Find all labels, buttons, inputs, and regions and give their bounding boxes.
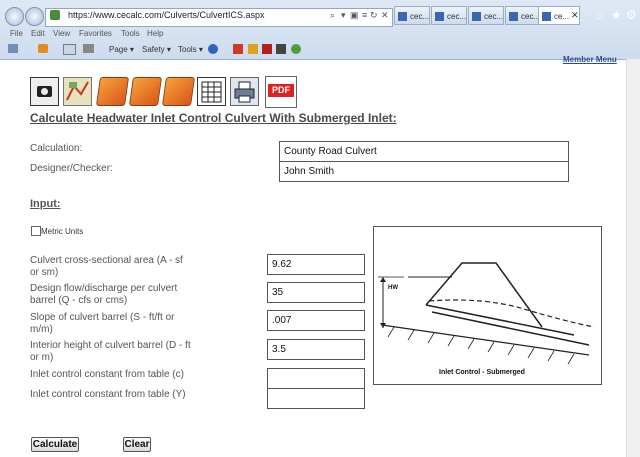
calculate-button[interactable]: Calculate	[31, 437, 79, 452]
stop-icon[interactable]: ✕	[381, 10, 389, 21]
browser-tab[interactable]: cec...	[468, 6, 504, 25]
label-line: Design flow/discharge per culvert	[30, 283, 178, 294]
designer-label: Designer/Checker:	[30, 163, 113, 174]
addon-icon[interactable]	[276, 44, 286, 54]
browser-tab[interactable]: cec...	[431, 6, 467, 25]
back-button[interactable]	[5, 7, 24, 26]
home-icon[interactable]: ⌂	[596, 8, 603, 22]
label-line: Culvert cross-sectional area (A - sf	[30, 255, 183, 266]
constant-y-input[interactable]	[267, 388, 365, 409]
tab-label: cec...	[447, 12, 467, 21]
home-command-icon[interactable]	[8, 44, 18, 53]
tab-favicon	[435, 12, 444, 21]
vertical-scrollbar[interactable]	[626, 59, 640, 457]
tab-favicon	[398, 12, 407, 21]
map-icon[interactable]	[63, 77, 92, 106]
tab-favicon	[542, 12, 551, 21]
label-line: Interior height of culvert barrel (D - f…	[30, 340, 191, 351]
book-icon[interactable]	[161, 77, 196, 106]
menu-help[interactable]: Help	[147, 29, 163, 38]
tab-favicon	[509, 12, 518, 21]
safety-menu[interactable]: Safety ▾	[142, 45, 171, 54]
search-icon[interactable]: ⌕	[330, 10, 335, 21]
certificate-icon[interactable]: ≡	[362, 10, 367, 20]
addon-icon[interactable]	[262, 44, 272, 54]
tab-label: cec...	[484, 12, 504, 21]
culvert-sketch	[378, 262, 595, 365]
calculation-label: Calculation:	[30, 143, 83, 154]
clear-button[interactable]: Clear	[123, 437, 151, 452]
member-menu-link[interactable]: Member Menu	[563, 55, 617, 64]
browser-tab[interactable]: cec...	[505, 6, 541, 25]
table-icon[interactable]	[197, 77, 226, 106]
slope-label: Slope of culvert barrel (S - ft/ft or m/m…	[30, 312, 210, 336]
flow-label: Design flow/discharge per culvert barrel …	[30, 283, 210, 307]
menu-favorites[interactable]: Favorites	[79, 29, 112, 38]
metric-units-checkbox[interactable]	[31, 226, 41, 236]
input-heading: Input:	[30, 198, 61, 210]
browser-tab[interactable]: cec...	[394, 6, 430, 25]
label-line: or sm)	[30, 267, 59, 278]
label-line: or m)	[30, 352, 54, 363]
feeds-icon[interactable]	[38, 44, 48, 53]
tools-menu[interactable]: Tools ▾	[178, 45, 203, 54]
height-input[interactable]: 3.5	[267, 339, 365, 360]
pdf-label: PDF	[268, 84, 294, 97]
hw-label: HW	[388, 285, 398, 291]
label-line: m/m)	[30, 324, 53, 335]
camera-icon[interactable]	[30, 77, 59, 106]
tab-label: ce...	[554, 12, 570, 21]
page-menu[interactable]: Page ▾	[109, 45, 134, 54]
diagram-caption: Inlet Control - Submerged	[439, 369, 525, 376]
constant-c-label: Inlet control constant from table (c)	[30, 369, 184, 380]
metric-units-label: Metric Units	[41, 227, 84, 236]
print-icon[interactable]	[83, 44, 94, 53]
designer-input[interactable]: John Smith	[279, 161, 569, 182]
tab-label: cec...	[410, 12, 430, 21]
page-title: Calculate Headwater Inlet Control Culver…	[30, 111, 397, 125]
constant-y-label: Inlet control constant from table (Y)	[30, 389, 186, 400]
book-icon[interactable]	[128, 77, 163, 106]
pdf-icon[interactable]: PDF	[265, 76, 297, 108]
height-label: Interior height of culvert barrel (D - f…	[30, 340, 210, 364]
url-text: https://www.cecalc.com/Culverts/CulvertI…	[68, 10, 265, 20]
menu-view[interactable]: View	[53, 29, 70, 38]
settings-gear-icon[interactable]: ⚙	[626, 8, 637, 22]
mail-icon[interactable]	[63, 44, 76, 55]
dropdown-icon[interactable]: ▾	[341, 10, 346, 21]
label-line: Slope of culvert barrel (S - ft/ft or	[30, 312, 175, 323]
area-input[interactable]: 9.62	[267, 254, 365, 275]
area-label: Culvert cross-sectional area (A - sf or s…	[30, 255, 210, 279]
favorites-star-icon[interactable]: ★	[611, 8, 622, 22]
menu-edit[interactable]: Edit	[31, 29, 45, 38]
constant-c-input[interactable]	[267, 368, 365, 389]
forward-button[interactable]	[25, 7, 44, 26]
refresh-icon[interactable]: ↻	[370, 10, 378, 21]
tab-favicon	[472, 12, 481, 21]
addon-icon[interactable]	[233, 44, 243, 54]
menu-file[interactable]: File	[10, 29, 23, 38]
help-icon[interactable]	[208, 44, 218, 54]
calculation-name-input[interactable]: County Road Culvert	[279, 141, 569, 162]
tab-close-icon[interactable]: ✕	[571, 10, 579, 21]
addon-icon[interactable]	[248, 44, 258, 54]
print-icon[interactable]	[230, 77, 259, 106]
flow-input[interactable]: 35	[267, 282, 365, 303]
book-icon[interactable]	[95, 77, 130, 106]
menu-tools[interactable]: Tools	[121, 29, 140, 38]
addon-icon[interactable]	[291, 44, 301, 54]
site-icon	[50, 10, 60, 20]
slope-input[interactable]: .007	[267, 310, 365, 331]
inlet-control-diagram: HW Inlet Control - Submerged	[373, 226, 602, 385]
label-line: barrel (Q - cfs or cms)	[30, 295, 128, 306]
lock-icon[interactable]: ▣	[350, 10, 359, 21]
